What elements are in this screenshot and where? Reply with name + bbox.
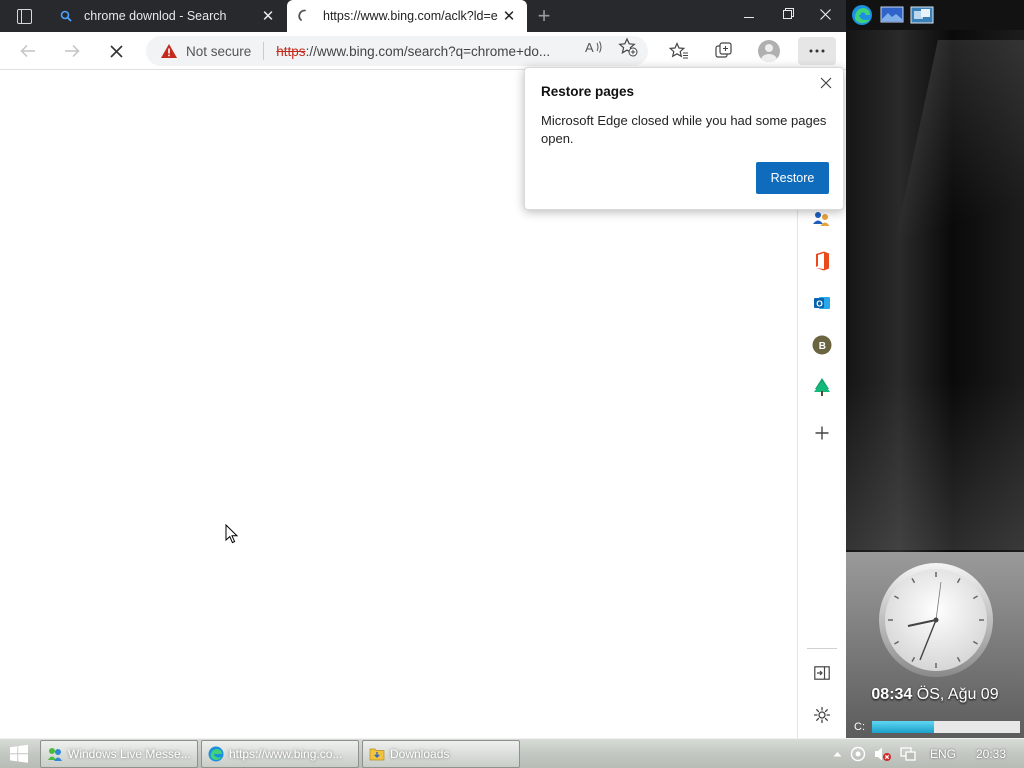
folder-icon	[369, 748, 385, 761]
url-scheme: https	[276, 43, 306, 59]
close-tab-icon[interactable]: ✕	[501, 8, 517, 25]
people-icon[interactable]	[810, 207, 834, 231]
bing-badge-letter: B	[819, 341, 826, 352]
back-button[interactable]	[14, 37, 42, 65]
gadget-date: Ağu 09	[947, 686, 999, 703]
outlook-icon[interactable]: O	[810, 291, 834, 315]
show-desktop-icon[interactable]	[880, 4, 904, 26]
edge-icon	[208, 746, 224, 762]
network-icon[interactable]	[900, 744, 916, 764]
analog-clock	[879, 563, 993, 677]
search-icon	[58, 8, 74, 24]
gadget-ampm: ÖS,	[916, 686, 945, 703]
start-button[interactable]	[4, 742, 34, 766]
read-aloud-icon[interactable]: A	[582, 37, 606, 57]
drive-usage-fill	[872, 721, 935, 733]
network-adapter-icon[interactable]	[850, 744, 866, 764]
gadget-date-time: 08:34 ÖS, Ağu 09	[846, 686, 1024, 704]
drive-meter: C:	[854, 718, 1022, 736]
taskbar-button-downloads[interactable]: Downloads	[362, 740, 520, 768]
dialog-title: Restore pages	[541, 84, 635, 99]
tab-title: https://www.bing.com/aclk?ld=e	[323, 9, 498, 23]
tab-actions-icon	[16, 8, 32, 24]
desktop-background: 08:34 ÖS, Ağu 09 C:	[846, 0, 1024, 738]
taskbar-clock[interactable]: 20:33	[976, 744, 1006, 764]
not-secure-label[interactable]: Not secure	[186, 44, 251, 59]
profile-button[interactable]	[754, 37, 784, 65]
add-favorite-icon[interactable]	[616, 37, 640, 57]
clock-gadget: 08:34 ÖS, Ağu 09 C:	[846, 552, 1024, 738]
url-text: ://www.bing.com/search?q=chrome+do...	[305, 43, 551, 59]
bing-icon[interactable]: B	[810, 333, 834, 357]
close-icon[interactable]	[817, 74, 835, 92]
taskbar-button-label: Downloads	[390, 747, 450, 761]
close-window-button[interactable]	[806, 0, 844, 28]
tab-bing-ad[interactable]: https://www.bing.com/aclk?ld=e ✕	[287, 0, 527, 32]
loading-spinner-icon	[297, 8, 313, 24]
system-tray: ENG 20:33	[829, 739, 1024, 768]
restore-button[interactable]: Restore	[756, 162, 829, 194]
favorites-button[interactable]	[664, 37, 694, 65]
collections-button[interactable]	[709, 37, 739, 65]
favorites-icon	[669, 42, 688, 59]
svg-text:O: O	[816, 298, 823, 308]
warning-icon[interactable]	[160, 43, 178, 59]
messenger-icon	[48, 748, 62, 761]
close-tab-icon[interactable]: ✕	[260, 8, 276, 25]
taskbar-button-edge[interactable]: https://www.bing.co...	[201, 740, 359, 768]
taskbar-button-messenger[interactable]: Windows Live Messe...	[40, 740, 198, 768]
edge-icon[interactable]	[850, 4, 874, 26]
switch-windows-icon[interactable]	[910, 4, 934, 26]
mouse-pointer-icon	[225, 524, 239, 544]
tab-title: chrome downlod - Search	[84, 9, 227, 23]
forward-button[interactable]	[58, 37, 86, 65]
office-icon[interactable]	[810, 249, 834, 273]
settings-and-more-button[interactable]	[798, 37, 836, 65]
browser-toolbar: Not secure https ://www.bing.com/search?…	[0, 32, 846, 70]
drive-usage-bar	[872, 721, 1020, 733]
show-hidden-icons-icon[interactable]	[833, 744, 842, 764]
open-in-window-icon[interactable]	[810, 661, 834, 685]
volume-muted-icon[interactable]	[874, 744, 892, 764]
new-tab-button[interactable]: +	[530, 4, 558, 28]
svg-text:A: A	[585, 40, 594, 54]
quick-launch-bar	[846, 0, 1024, 30]
settings-icon[interactable]	[810, 703, 834, 727]
sidebar-divider	[807, 648, 837, 649]
address-bar[interactable]: Not secure https ://www.bing.com/search?…	[146, 36, 648, 66]
windows-logo-icon	[10, 744, 28, 763]
minimize-button[interactable]	[730, 0, 768, 28]
avatar	[758, 40, 780, 62]
stop-loading-button[interactable]	[102, 37, 130, 65]
taskbar-button-label: https://www.bing.co...	[229, 747, 343, 761]
restore-pages-dialog: Restore pages Microsoft Edge closed whil…	[524, 67, 844, 210]
drive-label: C:	[854, 721, 865, 733]
more-icon	[809, 49, 825, 53]
tab-actions-button[interactable]	[0, 0, 48, 32]
gadget-time: 08:34	[871, 686, 913, 703]
tab-search[interactable]: chrome downlod - Search ✕	[48, 0, 286, 32]
tab-strip: chrome downlod - Search ✕ https://www.bi…	[0, 0, 846, 32]
browser-window: chrome downlod - Search ✕ https://www.bi…	[0, 0, 846, 738]
collections-icon	[715, 42, 732, 58]
dialog-message: Microsoft Edge closed while you had some…	[541, 113, 827, 146]
maximize-button[interactable]	[768, 0, 806, 28]
tree-icon[interactable]	[810, 375, 834, 399]
add-icon[interactable]	[810, 421, 834, 445]
taskbar-button-label: Windows Live Messe...	[68, 747, 191, 761]
address-separator	[263, 42, 265, 60]
taskbar: Windows Live Messe... https://www.bing.c…	[0, 738, 1024, 768]
language-indicator[interactable]: ENG	[930, 744, 956, 764]
